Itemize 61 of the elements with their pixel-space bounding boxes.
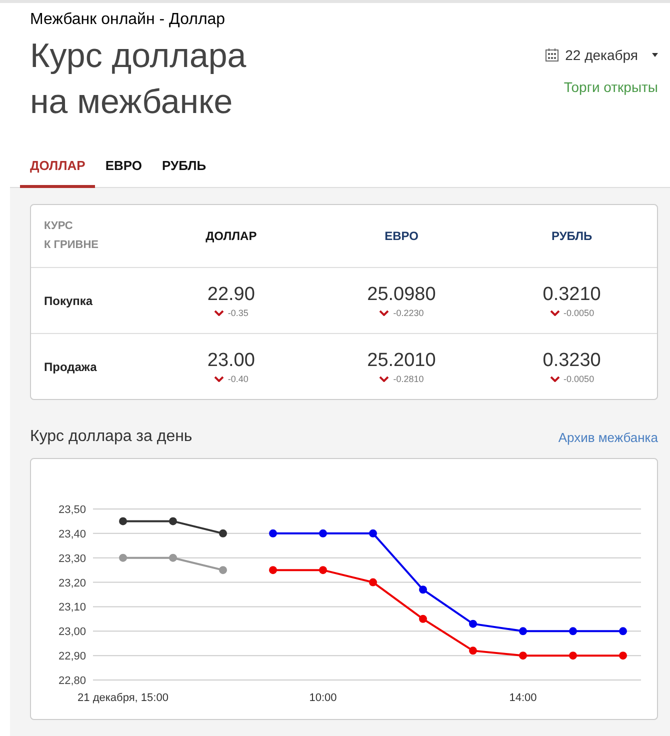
exchange-rate: 25.0980 [367, 284, 436, 306]
data-point [519, 652, 527, 660]
y-axis-label: 23,30 [58, 552, 86, 565]
y-axis-label: 23,00 [58, 626, 86, 638]
rate-change: -0.40 [228, 374, 248, 384]
data-point [419, 614, 427, 623]
x-axis-label: 21 декабря, 15:00 [78, 692, 168, 704]
table-corner-label: КУРС К ГРИВНЕ [31, 205, 146, 268]
data-point [319, 566, 327, 574]
y-axis-label: 23,10 [58, 602, 86, 614]
data-point [369, 529, 377, 538]
x-axis-label: 14:00 [509, 692, 537, 704]
archive-link[interactable]: Архив межбанка [558, 430, 658, 444]
data-point [469, 646, 477, 655]
data-point [319, 529, 327, 538]
date-picker[interactable]: 22 декабря [545, 47, 658, 63]
data-point [219, 566, 227, 574]
data-point [169, 517, 177, 526]
data-point [169, 554, 177, 562]
market-status: Торги открыты [564, 79, 658, 95]
row-label: Продажа [43, 358, 98, 376]
data-point [619, 652, 627, 660]
x-axis-label: 10:00 [309, 692, 337, 704]
data-point [269, 529, 277, 538]
section-title: Курс доллара за день [30, 428, 192, 446]
calendar-icon [545, 48, 560, 62]
row-label: Покупка [31, 268, 146, 334]
exchange-rate: 0.3230 [542, 350, 601, 372]
currency-tab[interactable]: РУБЛЬ [152, 152, 216, 188]
data-point [119, 554, 127, 562]
data-point [519, 627, 527, 636]
data-point [419, 586, 427, 594]
rate-change: -0.0050 [564, 374, 594, 384]
data-point [269, 566, 277, 574]
data-point [369, 578, 377, 586]
rate-change: -0.2810 [393, 374, 424, 384]
y-axis-label: 22,80 [58, 675, 86, 687]
page-title: Курс доллара на межбанке [30, 36, 246, 123]
y-axis-label: 23,20 [58, 577, 86, 590]
exchange-rate: 0.3210 [542, 284, 601, 306]
data-point [119, 517, 127, 526]
y-axis-label: 23,40 [58, 528, 86, 540]
y-axis-label: 22,90 [58, 650, 86, 663]
currency-tab[interactable]: ЕВРО [95, 152, 152, 188]
y-axis-label: 23,50 [58, 504, 86, 516]
breadcrumb: Межбанк онлайн - Доллар [30, 11, 226, 29]
data-point [219, 529, 227, 538]
data-point [469, 620, 477, 628]
column-header: ЕВРО [316, 205, 487, 268]
exchange-rate: 23.00 [207, 350, 255, 372]
rate-change: -0.0050 [564, 308, 594, 318]
data-point [569, 627, 577, 636]
data-point [619, 627, 627, 636]
rate-change: -0.35 [228, 308, 248, 318]
data-point [569, 652, 577, 660]
column-header: РУБЛЬ [486, 205, 657, 268]
exchange-rate: 22.90 [207, 284, 255, 306]
column-header: ДОЛЛАР [146, 205, 316, 268]
exchange-rate: 25.2010 [367, 350, 436, 372]
rate-change: -0.2230 [393, 308, 424, 318]
dropdown-caret-icon [652, 53, 658, 57]
